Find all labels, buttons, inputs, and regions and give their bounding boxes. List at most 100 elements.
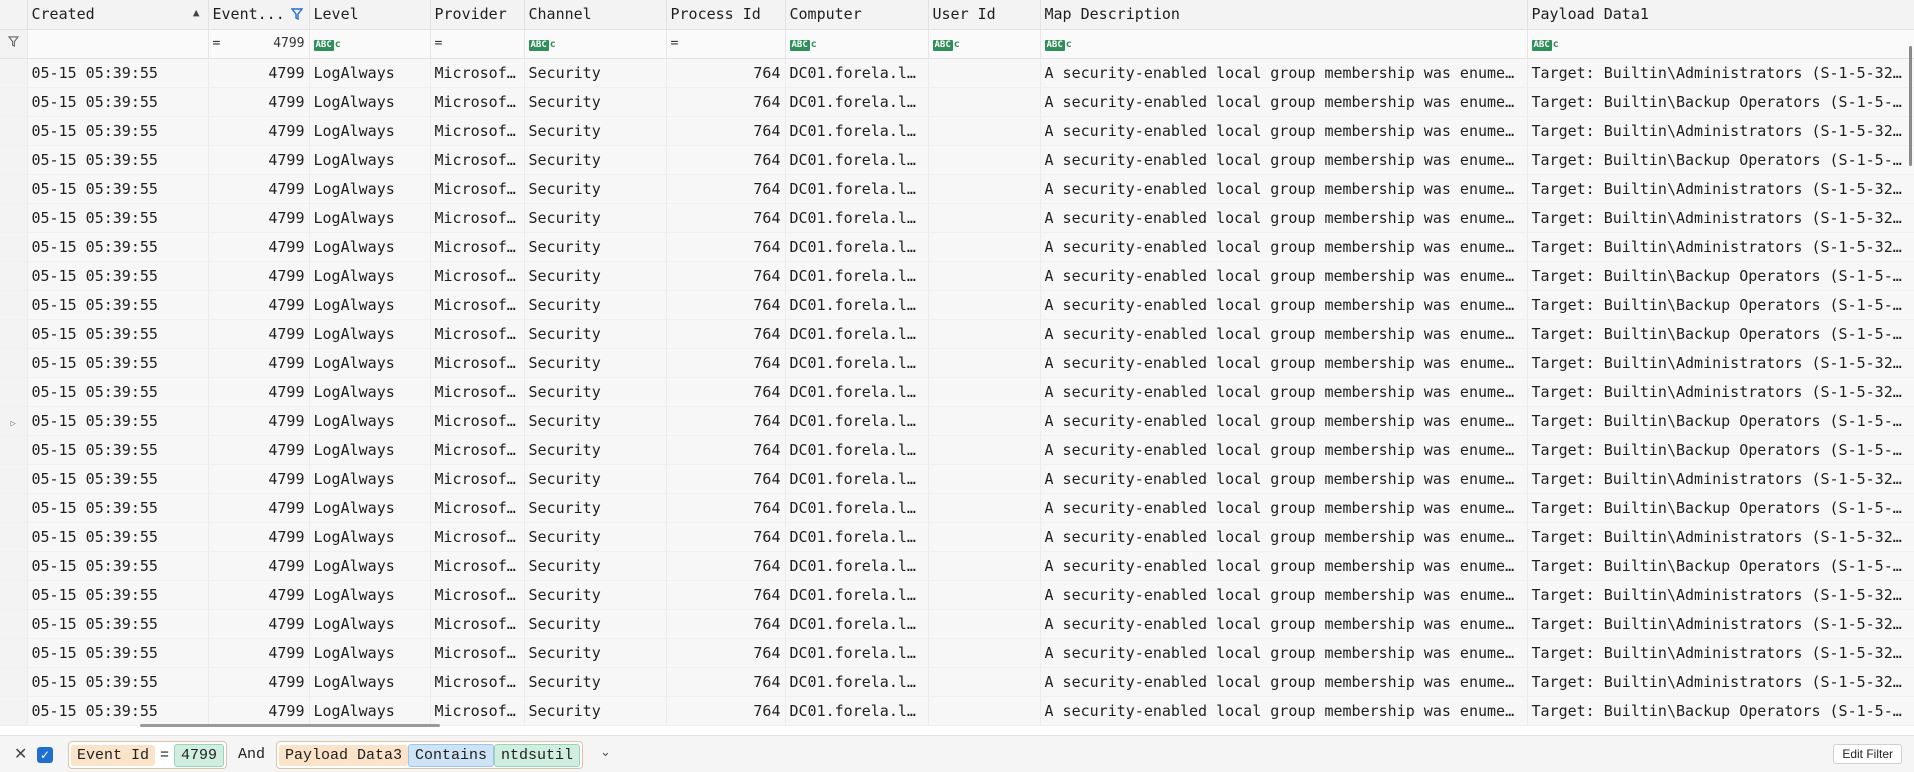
cell-process-id[interactable]: 764: [666, 319, 786, 349]
row-indicator[interactable]: [0, 348, 28, 378]
table-row[interactable]: 05-15 05:39:554799LogAlwaysMicrosoft-Win…: [0, 435, 1914, 465]
cell-map-description[interactable]: A security-enabled local group membershi…: [1040, 696, 1528, 726]
vertical-scrollbar[interactable]: [1909, 46, 1912, 166]
row-indicator[interactable]: [0, 696, 28, 726]
cell-process-id[interactable]: 764: [666, 493, 786, 523]
cell-process-id[interactable]: 764: [666, 203, 786, 233]
cell-process-id[interactable]: 764: [666, 406, 786, 436]
row-indicator[interactable]: [0, 551, 28, 581]
cell-event-id[interactable]: 4799: [208, 406, 310, 436]
cell-map-description[interactable]: A security-enabled local group membershi…: [1040, 522, 1528, 552]
cell-created[interactable]: 05-15 05:39:55: [27, 406, 209, 436]
cell-user-id[interactable]: [928, 203, 1041, 233]
table-row[interactable]: ▷ 05-15 05:39:554799LogAlwaysMicrosoft-Wi…: [0, 406, 1914, 436]
cell-payload-data1[interactable]: Target: Builtin\Administrators (S-1-5-32…: [1527, 377, 1914, 407]
cell-event-id[interactable]: 4799: [208, 319, 310, 349]
cell-map-description[interactable]: A security-enabled local group membershi…: [1040, 145, 1528, 175]
cell-process-id[interactable]: 764: [666, 58, 786, 88]
cell-user-id[interactable]: [928, 261, 1041, 291]
cell-event-id[interactable]: 4799: [208, 609, 310, 639]
cell-created[interactable]: 05-15 05:39:55: [27, 435, 209, 465]
table-row[interactable]: 05-15 05:39:554799LogAlwaysMicrosoft-Win…: [0, 551, 1914, 581]
column-header-level[interactable]: Level: [309, 0, 431, 30]
row-indicator[interactable]: [0, 435, 28, 465]
cell-computer[interactable]: DC01.forela.local: [785, 348, 929, 378]
filter-field-chip[interactable]: Payload Data3: [279, 744, 409, 766]
cell-user-id[interactable]: [928, 290, 1041, 320]
cell-created[interactable]: 05-15 05:39:55: [27, 551, 209, 581]
cell-map-description[interactable]: A security-enabled local group membershi…: [1040, 493, 1528, 523]
cell-user-id[interactable]: [928, 696, 1041, 726]
cell-process-id[interactable]: 764: [666, 522, 786, 552]
cell-map-description[interactable]: A security-enabled local group membershi…: [1040, 319, 1528, 349]
cell-map-description[interactable]: A security-enabled local group membershi…: [1040, 174, 1528, 204]
cell-payload-data1[interactable]: Target: Builtin\Backup Operators (S-1-5-…: [1527, 145, 1914, 175]
equals-operator-icon[interactable]: =: [213, 36, 221, 51]
cell-computer[interactable]: DC01.forela.local: [785, 435, 929, 465]
table-row[interactable]: 05-15 05:39:554799LogAlwaysMicrosoft-Win…: [0, 522, 1914, 552]
filter-cell-user-id[interactable]: ABC c: [928, 29, 1041, 59]
cell-level[interactable]: LogAlways: [309, 464, 431, 494]
cell-created[interactable]: 05-15 05:39:55: [27, 464, 209, 494]
row-indicator[interactable]: [0, 232, 28, 262]
cell-payload-data1[interactable]: Target: Builtin\Backup Operators (S-1-5-…: [1527, 435, 1914, 465]
filter-condition-1[interactable]: Event Id = 4799: [68, 741, 228, 769]
cell-provider[interactable]: Microsoft-Windows-Security-Auditing: [430, 58, 525, 88]
cell-payload-data1[interactable]: Target: Builtin\Administrators (S-1-5-32…: [1527, 232, 1914, 262]
row-indicator[interactable]: [0, 58, 28, 88]
cell-channel[interactable]: Security: [524, 638, 667, 668]
cell-user-id[interactable]: [928, 87, 1041, 117]
cell-computer[interactable]: DC01.forela.local: [785, 87, 929, 117]
cell-process-id[interactable]: 764: [666, 232, 786, 262]
cell-user-id[interactable]: [928, 464, 1041, 494]
cell-payload-data1[interactable]: Target: Builtin\Backup Operators (S-1-5-…: [1527, 551, 1914, 581]
cell-level[interactable]: LogAlways: [309, 638, 431, 668]
column-header-user-id[interactable]: User Id: [928, 0, 1041, 30]
row-indicator[interactable]: [0, 667, 28, 697]
cell-provider[interactable]: Microsoft-Windows-Security-Auditing: [430, 638, 525, 668]
cell-provider[interactable]: Microsoft-Windows-Security-Auditing: [430, 696, 525, 726]
cell-provider[interactable]: Microsoft-Windows-Security-Auditing: [430, 406, 525, 436]
cell-user-id[interactable]: [928, 319, 1041, 349]
cell-computer[interactable]: DC01.forela.local: [785, 667, 929, 697]
cell-event-id[interactable]: 4799: [208, 116, 310, 146]
cell-channel[interactable]: Security: [524, 87, 667, 117]
cell-level[interactable]: LogAlways: [309, 435, 431, 465]
table-row[interactable]: 05-15 05:39:554799LogAlwaysMicrosoft-Win…: [0, 667, 1914, 697]
cell-event-id[interactable]: 4799: [208, 261, 310, 291]
cell-map-description[interactable]: A security-enabled local group membershi…: [1040, 116, 1528, 146]
cell-process-id[interactable]: 764: [666, 261, 786, 291]
cell-provider[interactable]: Microsoft-Windows-Security-Auditing: [430, 145, 525, 175]
table-row[interactable]: 05-15 05:39:554799LogAlwaysMicrosoft-Win…: [0, 348, 1914, 378]
cell-provider[interactable]: Microsoft-Windows-Security-Auditing: [430, 174, 525, 204]
cell-computer[interactable]: DC01.forela.local: [785, 145, 929, 175]
cell-user-id[interactable]: [928, 551, 1041, 581]
cell-provider[interactable]: Microsoft-Windows-Security-Auditing: [430, 667, 525, 697]
filter-cell-payload-data1[interactable]: ABC c: [1527, 29, 1914, 59]
cell-channel[interactable]: Security: [524, 667, 667, 697]
cell-channel[interactable]: Security: [524, 551, 667, 581]
text-filter-icon[interactable]: ABC: [932, 40, 953, 51]
filter-cell-provider[interactable]: =: [430, 29, 525, 59]
table-row[interactable]: 05-15 05:39:554799LogAlwaysMicrosoft-Win…: [0, 609, 1914, 639]
cell-user-id[interactable]: [928, 493, 1041, 523]
expand-row-icon[interactable]: ▷: [11, 419, 16, 429]
cell-process-id[interactable]: 764: [666, 551, 786, 581]
cell-level[interactable]: LogAlways: [309, 377, 431, 407]
cell-map-description[interactable]: A security-enabled local group membershi…: [1040, 377, 1528, 407]
cell-computer[interactable]: DC01.forela.local: [785, 377, 929, 407]
cell-created[interactable]: 05-15 05:39:55: [27, 696, 209, 726]
cell-computer[interactable]: DC01.forela.local: [785, 319, 929, 349]
cell-provider[interactable]: Microsoft-Windows-Security-Auditing: [430, 232, 525, 262]
filter-value-chip[interactable]: 4799: [174, 743, 225, 767]
cell-map-description[interactable]: A security-enabled local group membershi…: [1040, 551, 1528, 581]
cell-channel[interactable]: Security: [524, 174, 667, 204]
cell-payload-data1[interactable]: Target: Builtin\Backup Operators (S-1-5-…: [1527, 290, 1914, 320]
cell-channel[interactable]: Security: [524, 464, 667, 494]
cell-level[interactable]: LogAlways: [309, 232, 431, 262]
cell-created[interactable]: 05-15 05:39:55: [27, 232, 209, 262]
row-indicator[interactable]: [0, 493, 28, 523]
cell-event-id[interactable]: 4799: [208, 87, 310, 117]
cell-user-id[interactable]: [928, 377, 1041, 407]
cell-process-id[interactable]: 764: [666, 435, 786, 465]
